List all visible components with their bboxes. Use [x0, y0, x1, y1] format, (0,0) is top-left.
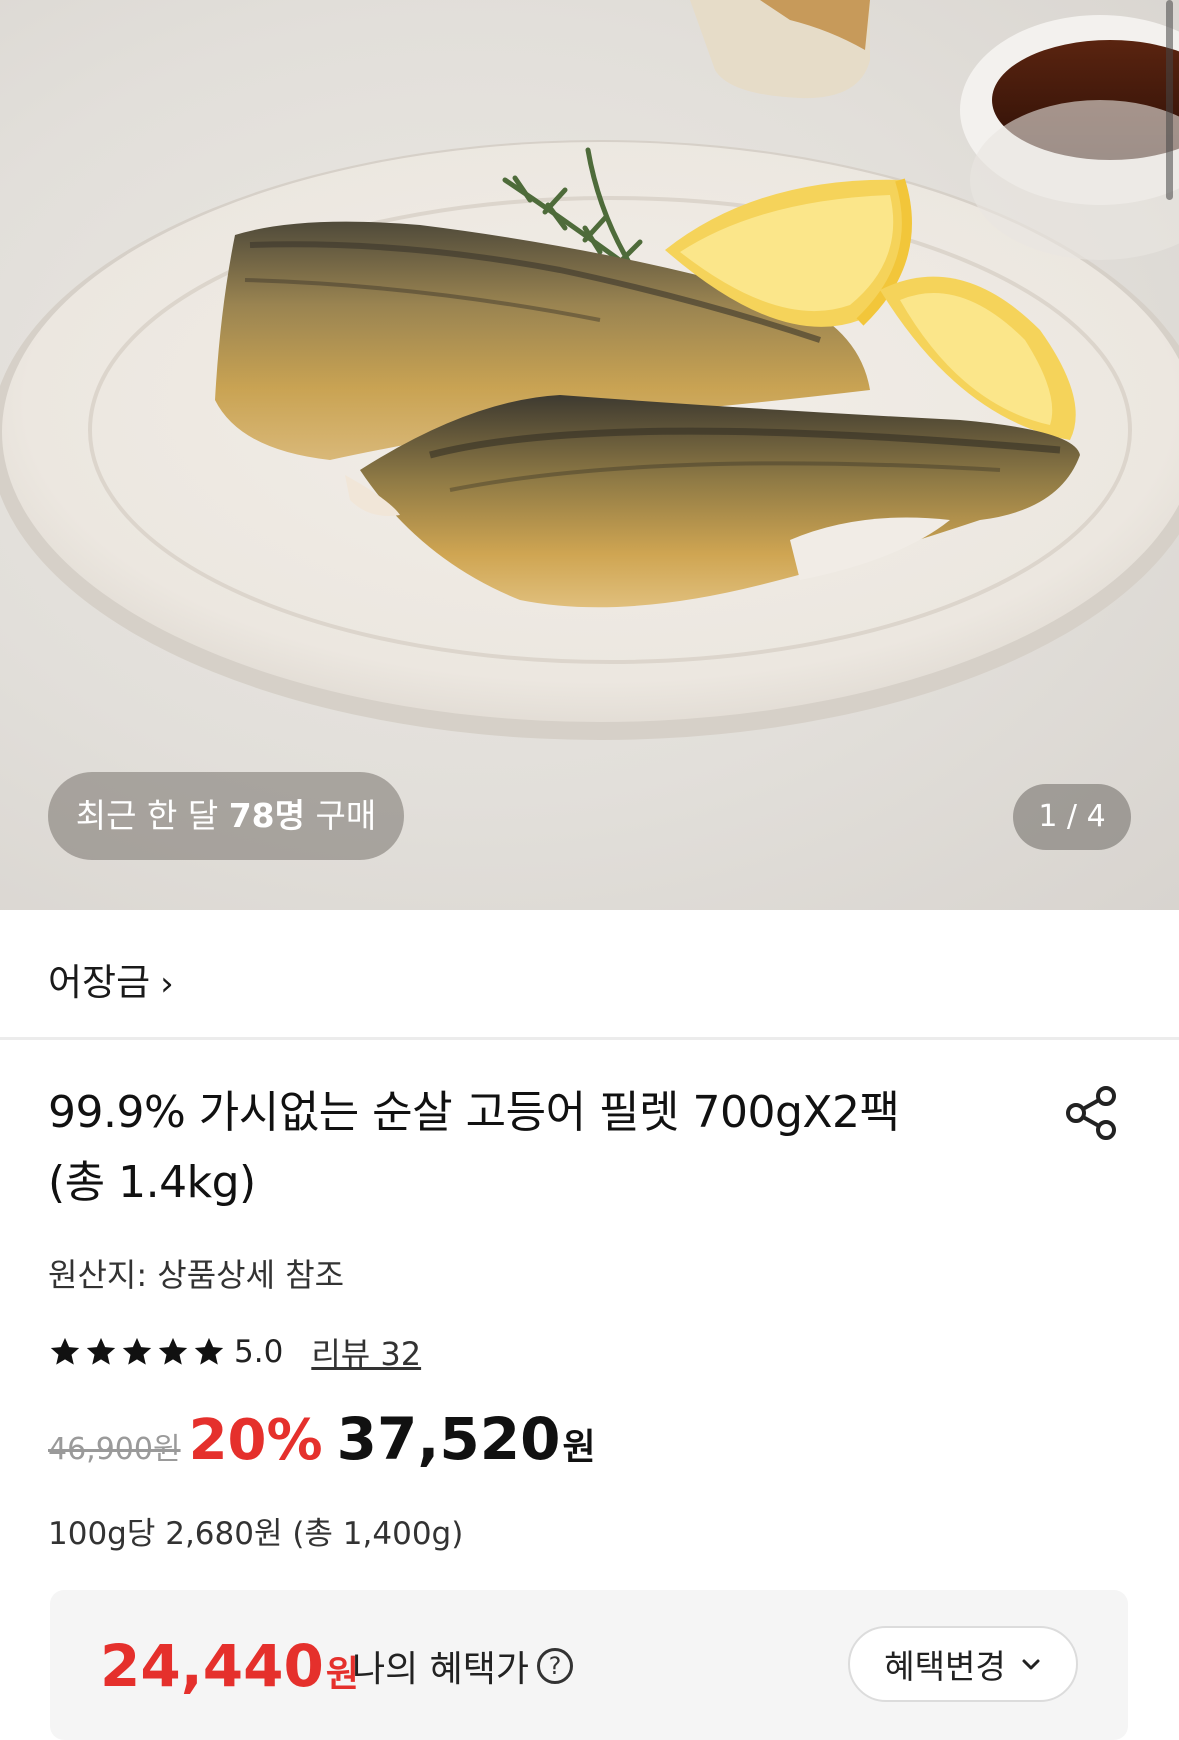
discount-rate: 20%	[188, 1408, 323, 1473]
product-image-carousel[interactable]: 최근 한 달 78명 구매 1 / 4	[0, 0, 1179, 910]
purchase-suffix: 구매	[305, 796, 377, 835]
unit-price: 100g당 2,680원 (총 1,400g)	[48, 1516, 464, 1552]
product-title-line1: 99.9% 가시없는 순살 고등어 필렛 700gX2팩	[48, 1087, 900, 1138]
star-icon	[194, 1337, 224, 1365]
purchase-count: 78명	[228, 796, 305, 835]
store-name-label: 어장금	[48, 961, 151, 1004]
original-price: 46,900원	[48, 1432, 181, 1467]
origin-info: 원산지: 상품상세 참조	[48, 1256, 345, 1294]
chevron-right-icon: ›	[160, 964, 174, 1004]
star-icon	[158, 1337, 188, 1365]
benefit-price-box: 24,440원 나의 혜택가 ? 혜택변경	[50, 1590, 1128, 1740]
star-icon	[50, 1337, 80, 1365]
scrollbar[interactable]	[1166, 0, 1173, 200]
benefit-price-value: 24,440	[100, 1632, 324, 1700]
share-button[interactable]	[1060, 1082, 1122, 1144]
review-link[interactable]: 리뷰 32	[311, 1329, 421, 1375]
price-row: 46,900원 20% 37,520 원	[48, 1405, 596, 1481]
store-name[interactable]: 어장금 ›	[48, 952, 174, 1006]
share-icon	[1066, 1086, 1116, 1140]
help-icon[interactable]: ?	[537, 1648, 574, 1684]
chevron-down-icon	[1022, 1659, 1040, 1670]
rating-stars	[48, 1335, 226, 1369]
star-icon	[86, 1337, 116, 1365]
purchase-prefix: 최근 한 달	[75, 796, 229, 835]
change-benefit-label: 혜택변경	[884, 1647, 1006, 1686]
star-icon	[122, 1337, 152, 1365]
recent-purchase-badge: 최근 한 달 78명 구매	[48, 772, 404, 860]
sale-price: 37,520	[336, 1405, 561, 1473]
rating-row: 5.0 리뷰 32	[48, 1328, 421, 1376]
benefit-price: 24,440원	[100, 1632, 359, 1700]
product-title: 99.9% 가시없는 순살 고등어 필렛 700gX2팩 (총 1.4kg)	[48, 1078, 978, 1218]
image-page-counter: 1 / 4	[1013, 784, 1131, 850]
sale-price-unit: 원	[562, 1427, 596, 1468]
benefit-label-text: 나의 혜택가	[352, 1649, 530, 1690]
benefit-label: 나의 혜택가 ?	[352, 1640, 574, 1692]
rating-value: 5.0	[234, 1334, 284, 1370]
product-title-line2: (총 1.4kg)	[48, 1157, 256, 1208]
store-link-row[interactable]: 어장금 ›	[0, 910, 1179, 1040]
change-benefit-button[interactable]: 혜택변경	[848, 1626, 1078, 1702]
